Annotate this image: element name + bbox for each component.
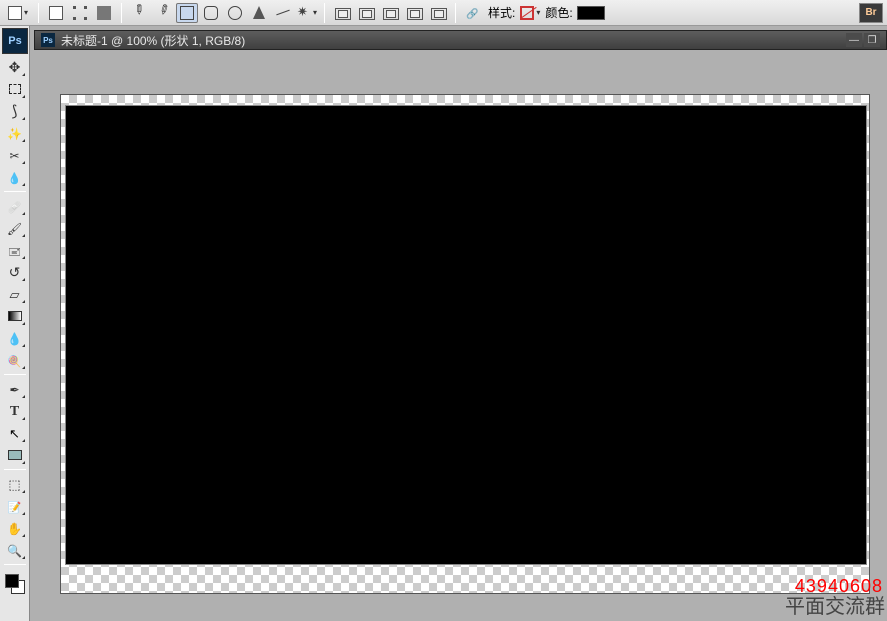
polygon-icon [252,6,266,20]
options-bar: 样式: 颜色: Br [0,0,887,26]
dodge-tool[interactable] [3,349,27,371]
app-badge[interactable]: Ps [2,28,28,54]
type-tool[interactable] [3,400,27,422]
freeform-pen-option[interactable] [152,3,174,23]
marquee-tool[interactable] [3,78,27,100]
pen-tool[interactable] [3,378,27,400]
pathop-exclude-button[interactable] [427,3,449,23]
rounded-rect-icon [204,6,218,20]
canvas-area [60,94,870,594]
shape-fill [66,106,866,564]
pathop-subtract-icon [383,6,397,20]
history-brush-tool[interactable] [3,261,27,283]
style-label: 样式: [486,4,517,21]
bridge-label: Br [865,7,876,18]
minimize-button[interactable]: — [846,33,862,47]
shape-tool[interactable] [3,444,27,466]
custom-shape-option[interactable] [296,3,318,23]
fill-pixels-mode-button[interactable] [93,3,115,23]
tool-separator [4,374,26,375]
shape-layers-icon [49,6,63,20]
rounded-rect-shape-option[interactable] [200,3,222,23]
blur-tool[interactable] [3,327,27,349]
3d-tool[interactable] [3,473,27,495]
tool-separator [4,469,26,470]
shape-bounding-box[interactable] [65,105,867,565]
toolbox: Ps [0,26,30,621]
healing-brush-tool[interactable] [3,195,27,217]
brush-tool[interactable] [3,217,27,239]
freeform-pen-icon [153,3,172,22]
pathop-exclude-icon [431,6,445,20]
canvas-transparency-grid[interactable] [60,94,870,594]
document-titlebar[interactable]: Ps 未标题-1 @ 100% (形状 1, RGB/8) — ❐ [34,30,887,50]
pen-icon [129,3,149,23]
fill-pixels-icon [97,6,111,20]
pathop-intersect-icon [407,6,421,20]
color-picker-fgbg[interactable] [3,572,27,596]
notes-tool[interactable] [3,495,27,517]
separator [455,3,456,23]
separator [38,3,39,23]
gradient-tool[interactable] [3,305,27,327]
eraser-tool[interactable] [3,283,27,305]
clone-stamp-tool[interactable] [3,239,27,261]
path-select-tool[interactable] [3,422,27,444]
paths-icon [73,6,87,20]
restore-button[interactable]: ❐ [864,33,880,47]
rectangle-shape-option[interactable] [176,3,198,23]
chain-icon [466,6,480,20]
zoom-tool[interactable] [3,539,27,561]
crop-tool[interactable] [3,144,27,166]
lasso-tool[interactable] [3,100,27,122]
tool-separator [4,564,26,565]
pathop-new-icon [335,6,349,20]
rect-icon [8,6,22,20]
window-buttons: — ❐ [846,33,880,47]
style-picker[interactable] [519,3,541,23]
ellipse-icon [228,6,242,20]
shape-layer-mode-button[interactable] [45,3,67,23]
pen-tool-option[interactable] [128,3,150,23]
document-app-icon: Ps [41,33,55,47]
link-style-button[interactable] [462,3,484,23]
color-swatch[interactable] [577,6,605,20]
line-icon [276,6,290,20]
document-window: Ps 未标题-1 @ 100% (形状 1, RGB/8) — ❐ [34,30,887,50]
hand-tool[interactable] [3,517,27,539]
pathop-add-icon [359,6,373,20]
no-style-icon [520,6,534,20]
eyedropper-tool[interactable] [3,166,27,188]
rectangle-icon [180,6,194,20]
line-shape-option[interactable] [272,3,294,23]
document-title: 未标题-1 @ 100% (形状 1, RGB/8) [61,32,245,49]
tool-separator [4,191,26,192]
pathop-intersect-button[interactable] [403,3,425,23]
pathop-subtract-button[interactable] [379,3,401,23]
polygon-shape-option[interactable] [248,3,270,23]
custom-shape-icon [297,6,311,20]
watermark-group: 平面交流群 [785,590,885,619]
tool-preset-dropdown[interactable] [4,3,32,23]
color-label: 颜色: [543,4,574,21]
foreground-color-swatch[interactable] [5,574,19,588]
pathop-add-button[interactable] [355,3,377,23]
separator [324,3,325,23]
ellipse-shape-option[interactable] [224,3,246,23]
paths-mode-button[interactable] [69,3,91,23]
workspace: Ps 未标题-1 @ 100% (形状 1, RGB/8) — ❐ [30,26,887,621]
separator [121,3,122,23]
bridge-button[interactable]: Br [859,3,883,23]
magic-wand-tool[interactable] [3,122,27,144]
pathop-new-button[interactable] [331,3,353,23]
move-tool[interactable] [3,56,27,78]
